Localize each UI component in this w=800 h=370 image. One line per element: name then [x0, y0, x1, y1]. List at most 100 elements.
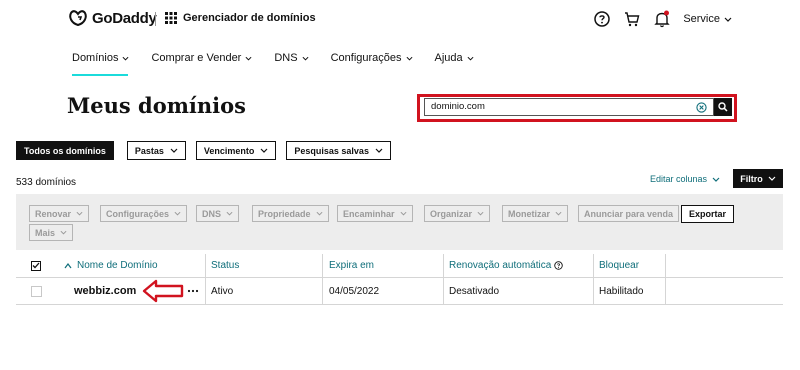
nav-label: Domínios — [72, 52, 119, 64]
app-switcher[interactable]: Gerenciador de domínios — [165, 12, 316, 24]
ownership-button[interactable]: Propriedade — [252, 205, 329, 222]
header-actions: Service — [593, 10, 732, 28]
godaddy-logo-icon — [69, 10, 87, 27]
account-label: Service — [683, 13, 720, 25]
dropdown-label: Pesquisas salvas — [294, 145, 369, 156]
dns-button[interactable]: DNS — [196, 205, 240, 222]
help-icon[interactable] — [593, 10, 611, 28]
auto-renew-cell: Desativado — [449, 285, 500, 297]
chevron-down-icon — [712, 177, 720, 182]
search-input[interactable]: dominio.com — [424, 98, 714, 116]
column-divider — [322, 278, 323, 305]
column-label: Bloquear — [599, 260, 640, 271]
search-button[interactable] — [714, 98, 732, 116]
chevron-down-icon — [768, 176, 776, 181]
page-title: Meus domínios — [67, 93, 246, 118]
button-label: Renovar — [35, 208, 72, 219]
export-button[interactable]: Exportar — [681, 205, 735, 223]
expiration-dropdown[interactable]: Vencimento — [195, 141, 277, 160]
chevron-down-icon — [76, 211, 83, 216]
col-domain-name[interactable]: Nome de Domínio — [64, 254, 158, 277]
domain-count: 533 domínios — [16, 177, 77, 188]
domain-cell[interactable]: webbiz.com — [74, 278, 136, 304]
chevron-down-icon — [400, 211, 407, 216]
bulk-actions-panel — [16, 194, 783, 250]
filter-button[interactable]: Filtro — [733, 169, 783, 188]
nav-comprar-vender[interactable]: Comprar e Vender — [151, 51, 252, 65]
dropdown-label: Pastas — [134, 145, 164, 156]
nav-label: Comprar e Vender — [151, 52, 242, 64]
table-row[interactable]: webbiz.com Ativo 04/05/2022 Desativado H… — [16, 278, 783, 305]
expires-cell: 04/05/2022 — [329, 285, 380, 297]
chevron-down-icon — [316, 211, 323, 216]
edit-columns-link[interactable]: Editar colunas — [650, 174, 720, 184]
col-status[interactable]: Status — [211, 254, 239, 277]
help-icon[interactable] — [554, 261, 564, 270]
chevron-down-icon — [406, 56, 413, 61]
clear-icon[interactable] — [696, 102, 707, 113]
chevron-down-icon — [302, 56, 309, 61]
column-divider — [665, 278, 666, 305]
col-auto-renew[interactable]: Renovação automática — [449, 254, 564, 277]
chevron-down-icon — [260, 148, 268, 153]
table-header: Nome de Domínio Status Expira em Renovaç… — [16, 254, 783, 278]
button-label: Mais — [35, 227, 56, 238]
domains-table: Nome de Domínio Status Expira em Renovaç… — [16, 254, 783, 305]
button-label: Configurações — [106, 208, 170, 219]
search-icon — [718, 102, 728, 112]
grid-icon — [165, 12, 177, 24]
column-divider — [593, 254, 594, 278]
chevron-down-icon — [245, 56, 252, 61]
column-label: Expira em — [329, 260, 375, 271]
sell-listing-button[interactable]: Anunciar para venda — [578, 205, 680, 222]
col-lock[interactable]: Bloquear — [599, 254, 639, 277]
renew-button[interactable]: Renovar — [29, 205, 90, 222]
saved-searches-dropdown[interactable]: Pesquisas salvas — [286, 141, 391, 160]
row-more-options[interactable] — [187, 278, 199, 304]
main-nav: Domínios Comprar e Vender DNS Configuraç… — [72, 51, 496, 65]
nav-ajuda[interactable]: Ajuda — [435, 51, 474, 65]
button-label: Propriedade — [258, 208, 311, 219]
active-nav-indicator — [72, 74, 128, 76]
chevron-down-icon — [122, 56, 129, 61]
domain-name-link[interactable]: webbiz.com — [74, 285, 136, 297]
monetize-button[interactable]: Monetizar — [502, 205, 569, 222]
forward-button[interactable]: Encaminhar — [337, 205, 413, 222]
header-divider — [155, 12, 156, 26]
filter-bar: Todos os domínios Pastas Vencimento Pesq… — [16, 141, 401, 160]
more-horizontal-icon — [187, 289, 199, 293]
row-checkbox[interactable] — [31, 285, 42, 297]
nav-label: Configurações — [330, 52, 402, 64]
filter-button-label: Filtro — [740, 173, 763, 184]
select-all-checkbox[interactable] — [31, 260, 41, 271]
chevron-down-icon — [170, 148, 178, 153]
nav-configuracoes[interactable]: Configurações — [331, 51, 413, 65]
chevron-down-icon — [226, 211, 233, 216]
all-domains-button[interactable]: Todos os domínios — [16, 141, 114, 160]
chevron-down-icon — [555, 211, 562, 216]
nav-dns[interactable]: DNS — [274, 51, 309, 65]
column-divider — [205, 254, 206, 278]
sort-asc-icon — [64, 262, 72, 268]
col-expires[interactable]: Expira em — [329, 254, 374, 277]
button-label: Organizar — [430, 208, 473, 219]
chevron-down-icon — [477, 211, 484, 216]
godaddy-logo[interactable]: GoDaddy — [68, 9, 157, 27]
button-label: Encaminhar — [343, 208, 395, 219]
edit-columns-label: Editar colunas — [650, 174, 708, 184]
account-menu[interactable]: Service — [683, 13, 732, 25]
notification-bell-icon[interactable] — [653, 10, 671, 28]
more-button[interactable]: Mais — [29, 224, 74, 241]
select-all-cell — [31, 254, 41, 277]
organize-button[interactable]: Organizar — [424, 205, 491, 222]
column-label: Nome de Domínio — [77, 260, 158, 271]
chevron-down-icon — [467, 56, 474, 61]
chevron-down-icon — [174, 211, 181, 216]
nav-dominios[interactable]: Domínios — [72, 51, 129, 65]
button-label: Monetizar — [508, 208, 551, 219]
settings-button[interactable]: Configurações — [100, 205, 188, 222]
column-divider — [443, 278, 444, 305]
cart-icon[interactable] — [623, 10, 641, 28]
button-label: DNS — [202, 208, 222, 219]
folders-dropdown[interactable]: Pastas — [126, 141, 186, 160]
